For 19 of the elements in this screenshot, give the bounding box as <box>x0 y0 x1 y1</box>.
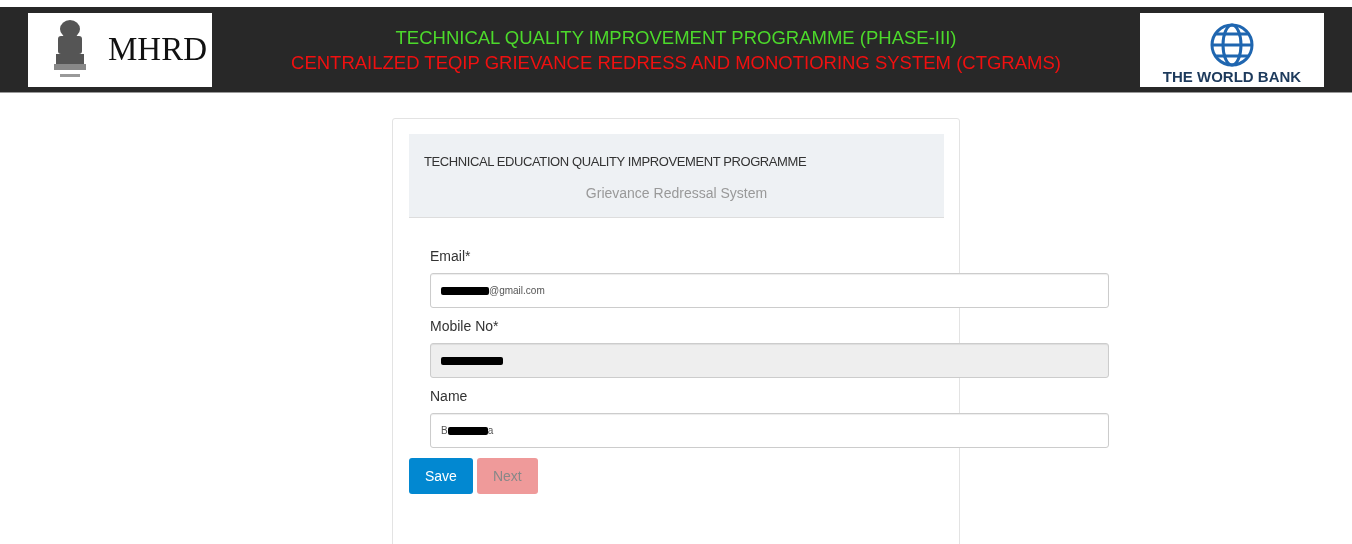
save-button[interactable]: Save <box>409 458 473 494</box>
field-value: a <box>487 425 494 436</box>
logo-text: THE WORLD BANK <box>1162 67 1302 85</box>
input-field[interactable]: @gmail.com <box>430 273 1109 308</box>
redaction-bar <box>447 426 488 435</box>
logo-text: MHRD <box>108 31 208 68</box>
field-value: B <box>441 425 448 436</box>
redaction-bar <box>441 286 489 295</box>
field-label: Email* <box>430 248 472 264</box>
header-title: CENTRAILZED TEQIP GRIEVANCE REDRESS AND MONOTIORING SYSTEM (CTGRAMS) <box>290 50 1062 75</box>
field-value: @gmail.com <box>489 285 545 296</box>
field-label: Mobile No* <box>430 318 500 334</box>
header-title: TECHNICAL QUALITY IMPROVEMENT PROGRAMME (PHASE-III) <box>394 25 958 50</box>
field-label: Name <box>430 388 469 404</box>
panel-subtitle: Grievance Redressal System <box>584 185 769 201</box>
redaction-bar <box>441 356 503 365</box>
panel-title: TECHNICAL EDUCATION QUALITY IMPROVEMENT PROGRAMME <box>424 154 808 169</box>
globe-icon <box>1209 21 1255 68</box>
input-field[interactable]: B a <box>430 413 1109 448</box>
